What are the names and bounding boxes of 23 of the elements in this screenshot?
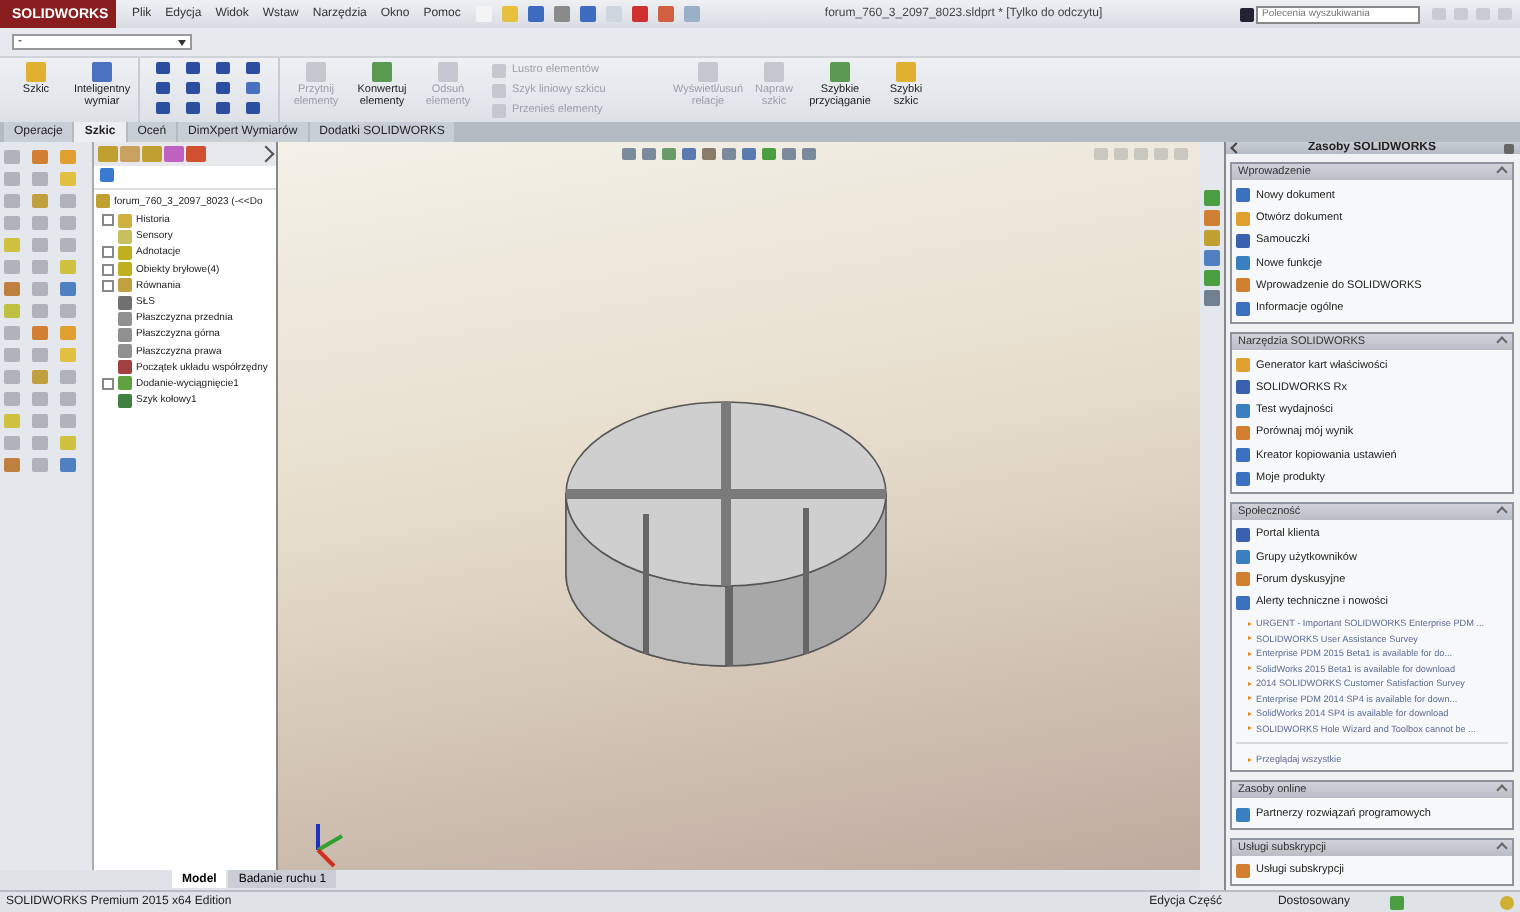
expand-icon[interactable] [102, 214, 114, 227]
tool-icon [306, 62, 326, 82]
axis-triad-icon [316, 824, 343, 868]
expand-icon[interactable] [102, 263, 114, 276]
tool-icon [830, 62, 850, 82]
caret-icon [178, 39, 186, 45]
collapse-icon[interactable] [1496, 166, 1508, 178]
collapse-icon[interactable] [1496, 841, 1508, 854]
tool-icon [896, 62, 916, 82]
tool-icon [698, 62, 718, 82]
expand-icon[interactable] [102, 377, 114, 390]
tool-icon [26, 62, 46, 82]
expand-icon[interactable] [102, 246, 114, 259]
collapse-icon[interactable] [1496, 336, 1508, 348]
tool-icon [372, 62, 392, 82]
tool-icon [764, 62, 784, 82]
link-icon [1236, 807, 1250, 822]
collapse-icon[interactable] [1496, 505, 1508, 518]
link-icon [1236, 863, 1250, 878]
tool-icon [438, 62, 458, 82]
tool-icon [92, 62, 112, 82]
expand-icon[interactable] [102, 279, 114, 292]
collapse-icon[interactable] [1230, 142, 1242, 154]
